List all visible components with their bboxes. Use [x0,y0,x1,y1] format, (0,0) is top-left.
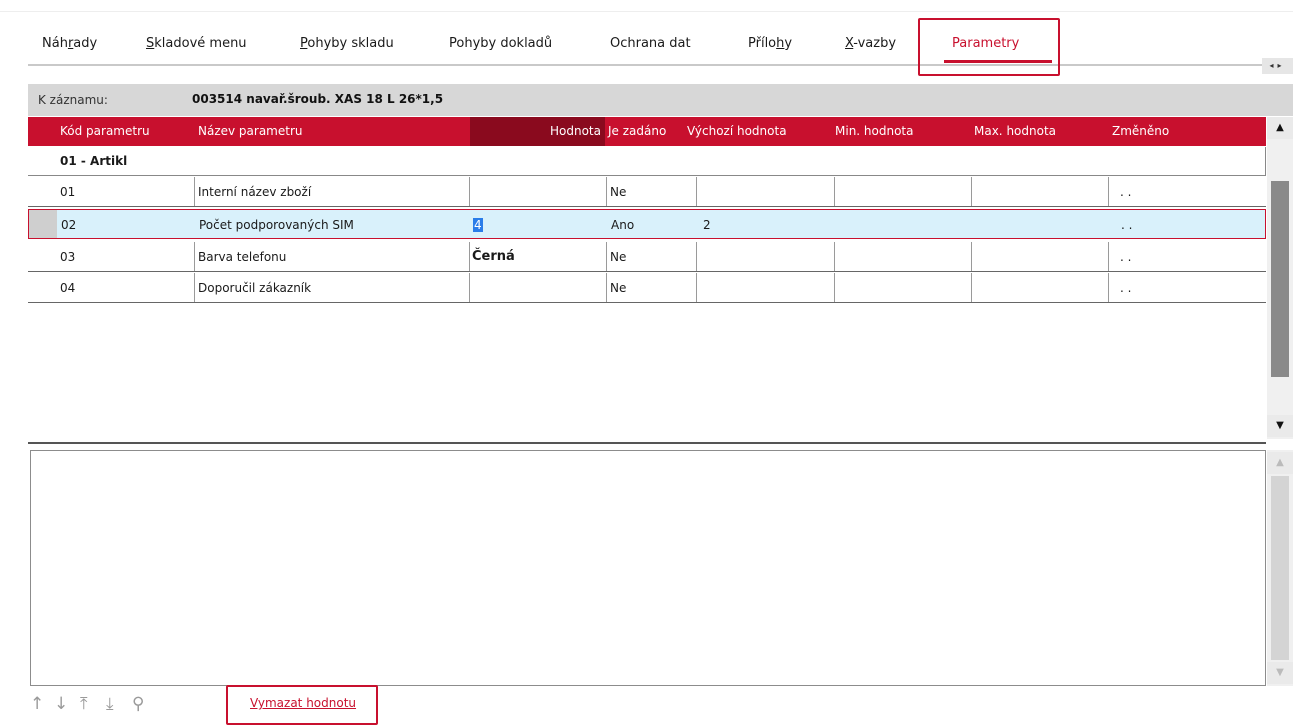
cell-entered: Ne [610,250,627,264]
clear-value-link[interactable]: Vymazat hodnotu [250,696,356,710]
window-top-edge [0,0,1293,12]
arrow-up-icon[interactable]: ↑ [30,694,44,714]
cell-name: Interní název zboží [198,185,312,199]
header-changed[interactable]: Změněno [1112,117,1169,146]
column-separator [606,177,607,206]
column-separator [194,242,195,271]
tab-prilohy[interactable]: Přílohy [748,36,792,51]
cell-name: Počet podporovaných SIM [199,218,354,232]
bottom-toolbar: ↑ ↓ ⤒ ⤓ ⚲ Vymazat hodnotu [28,685,1293,727]
scroll-up-icon[interactable]: ▲ [1267,452,1293,474]
record-label: K záznamu: [38,93,108,107]
cell-entered: Ne [610,281,627,295]
header-name[interactable]: Název parametru [198,117,303,146]
tab-bar: Náhrady Skladové menu Pohyby skladu Pohy… [28,18,1293,76]
record-value: 003514 navař.šroub. XAS 18 L 26*1,5 [192,92,444,106]
cell-entered: Ano [611,218,635,232]
clear-value-button-highlight: Vymazat hodnotu [226,685,378,725]
table-row[interactable]: 01 Interní název zboží Ne . . [28,177,1266,207]
tab-pohyby-dokladu[interactable]: Pohyby dokladů [449,36,552,51]
group-row[interactable]: 01 - Artikl [28,147,1266,176]
grid-scrollbar[interactable]: ▲ ▼ [1267,117,1293,439]
cell-changed: . . [1120,250,1132,264]
column-separator [971,242,972,271]
tab-pohyby-skladu[interactable]: Pohyby skladu [300,36,394,51]
tab-skladove-menu[interactable]: Skladové menu [146,36,247,51]
scroll-down-icon[interactable]: ▼ [1267,415,1293,437]
cell-changed: . . [1121,218,1133,232]
scroll-down-icon[interactable]: ▼ [1267,662,1293,684]
header-code[interactable]: Kód parametru [60,117,150,146]
cell-name: Barva telefonu [198,250,287,264]
cell-code: 02 [61,218,77,232]
cell-code: 03 [60,250,76,264]
scroll-up-icon[interactable]: ▲ [1267,117,1293,139]
search-icon[interactable]: ⚲ [132,694,144,714]
group-label: 01 - Artikl [60,154,128,168]
column-separator [606,242,607,271]
column-separator [834,242,835,271]
note-scrollbar[interactable]: ▲ ▼ [1267,450,1293,686]
table-row[interactable]: 04 Doporučil zákazník Ne . . [28,273,1266,303]
cell-value-editor[interactable]: 4 [473,210,483,238]
tab-x-vazby[interactable]: X-vazby [845,36,896,51]
arrow-down-icon[interactable]: ↓ [54,694,68,714]
row-indicator [29,210,57,238]
cell-code: 01 [60,185,76,199]
column-separator [469,177,470,206]
cell-value[interactable]: Černá [472,242,515,271]
tab-parametry[interactable]: Parametry [952,36,1019,51]
column-separator [469,273,470,302]
scroll-thumb[interactable] [1271,181,1289,377]
header-entered[interactable]: Je zadáno [608,117,666,146]
column-separator [696,273,697,302]
header-min[interactable]: Min. hodnota [835,117,914,146]
table-row-selected[interactable]: 02 Počet podporovaných SIM 4 Ano 2 . . [28,209,1266,239]
tab-nahrady[interactable]: Náhrady [42,36,97,51]
column-separator [469,242,470,271]
cell-entered: Ne [610,185,627,199]
tab-divider [28,64,1268,66]
column-separator [971,177,972,206]
parameter-note-area[interactable] [30,450,1266,686]
table-row[interactable]: 03 Barva telefonu Černá Ne . . [28,242,1266,272]
column-separator [834,177,835,206]
active-tab-indicator [944,60,1052,63]
scroll-thumb[interactable] [1271,476,1289,660]
panel-splitter[interactable] [28,442,1266,444]
column-separator [696,177,697,206]
header-max[interactable]: Max. hodnota [974,117,1056,146]
cell-code: 04 [60,281,76,295]
cell-name: Doporučil zákazník [198,281,312,295]
column-separator [696,242,697,271]
column-separator [834,273,835,302]
grid-header: Kód parametru Název parametru Hodnota Je… [28,117,1266,146]
record-bar: K záznamu: 003514 navař.šroub. XAS 18 L … [28,84,1293,116]
column-separator [194,273,195,302]
column-separator [1108,242,1109,271]
cell-changed: . . [1120,281,1132,295]
parameters-grid: Kód parametru Název parametru Hodnota Je… [28,117,1266,443]
arrow-to-top-icon[interactable]: ⤒ [80,694,88,714]
cell-default: 2 [703,218,711,232]
column-separator [1108,273,1109,302]
tab-ochrana-dat[interactable]: Ochrana dat [610,36,691,51]
column-separator [1108,177,1109,206]
header-value[interactable]: Hodnota [470,117,605,146]
selected-value-text[interactable]: 4 [473,218,483,232]
tab-scroll-arrows-icon[interactable]: ◂▸ [1262,58,1293,74]
header-default[interactable]: Výchozí hodnota [687,117,787,146]
column-separator [194,177,195,206]
column-separator [971,273,972,302]
cell-changed: . . [1120,185,1132,199]
column-separator [606,273,607,302]
arrow-to-bottom-icon[interactable]: ⤓ [106,694,114,714]
